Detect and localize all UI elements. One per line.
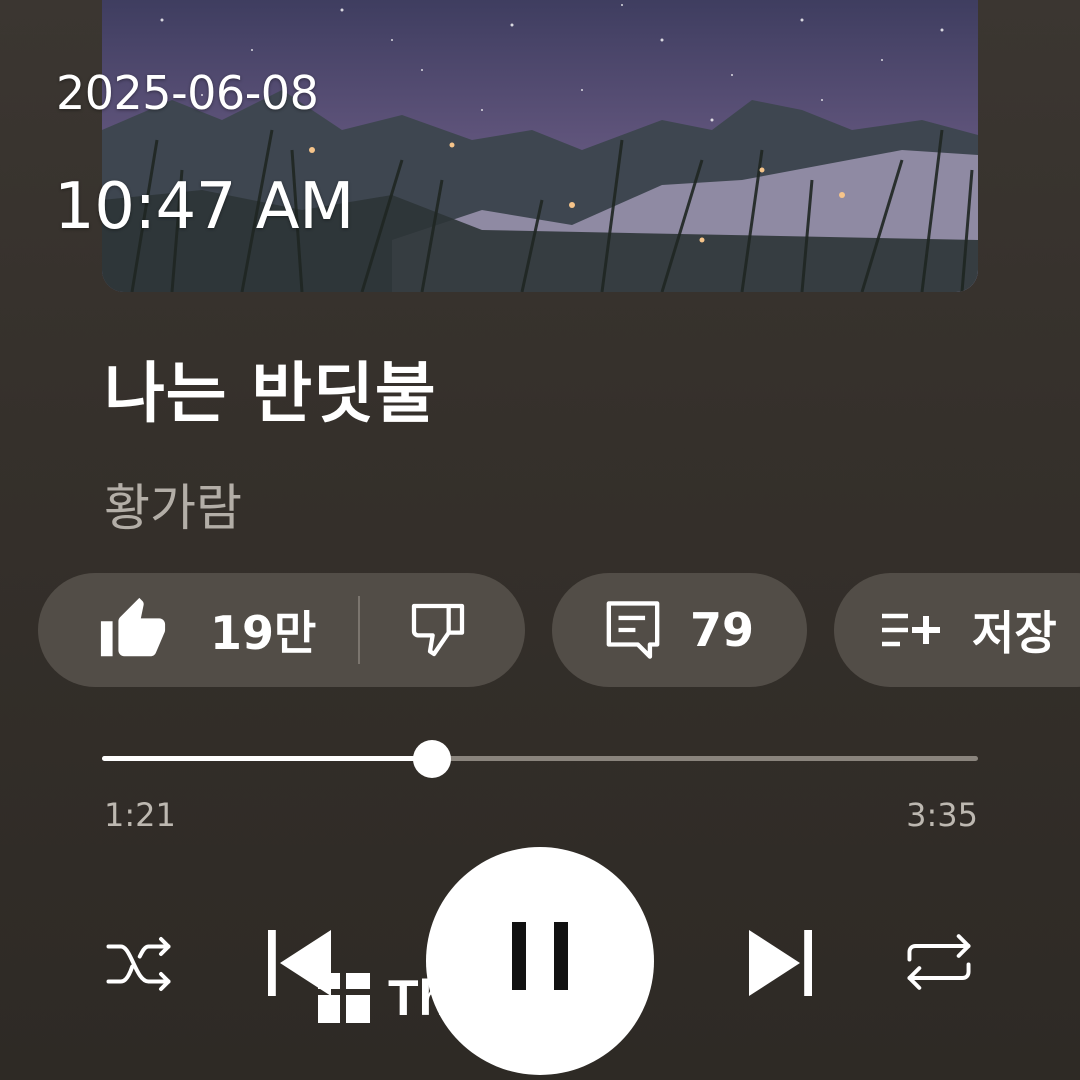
album-art xyxy=(102,0,978,292)
seek-progress xyxy=(102,756,433,761)
thumb-down-icon xyxy=(412,603,465,657)
like-button[interactable]: 19만 xyxy=(38,573,316,687)
watermark-logo-icon xyxy=(318,973,370,1023)
save-label: 저장 xyxy=(972,606,1057,660)
album-art-image xyxy=(102,0,978,292)
shuffle-icon[interactable] xyxy=(106,934,176,994)
thumb-up-icon xyxy=(100,597,166,657)
comment-icon xyxy=(606,601,660,659)
save-button[interactable]: 저장 xyxy=(834,573,1080,687)
like-dislike-group: 19만 xyxy=(38,573,525,687)
pause-button[interactable] xyxy=(426,847,654,1075)
seek-bar[interactable] xyxy=(102,740,978,778)
skip-next-icon[interactable] xyxy=(746,930,812,996)
like-count: 19만 xyxy=(210,606,317,660)
repeat-icon[interactable] xyxy=(904,930,974,994)
song-title: 나는 반딧불 xyxy=(104,355,437,432)
artist-name[interactable]: 황가람 xyxy=(104,468,242,540)
seek-thumb[interactable] xyxy=(413,740,452,778)
comment-count: 79 xyxy=(690,603,755,657)
date-label: 2025-06-08 xyxy=(56,66,319,120)
playlist-add-icon xyxy=(882,613,940,647)
current-time: 1:21 xyxy=(104,796,176,834)
dislike-button[interactable] xyxy=(360,573,470,687)
comments-button[interactable]: 79 xyxy=(552,573,807,687)
total-time: 3:35 xyxy=(906,796,978,834)
time-label: 10:47 AM xyxy=(54,170,354,244)
